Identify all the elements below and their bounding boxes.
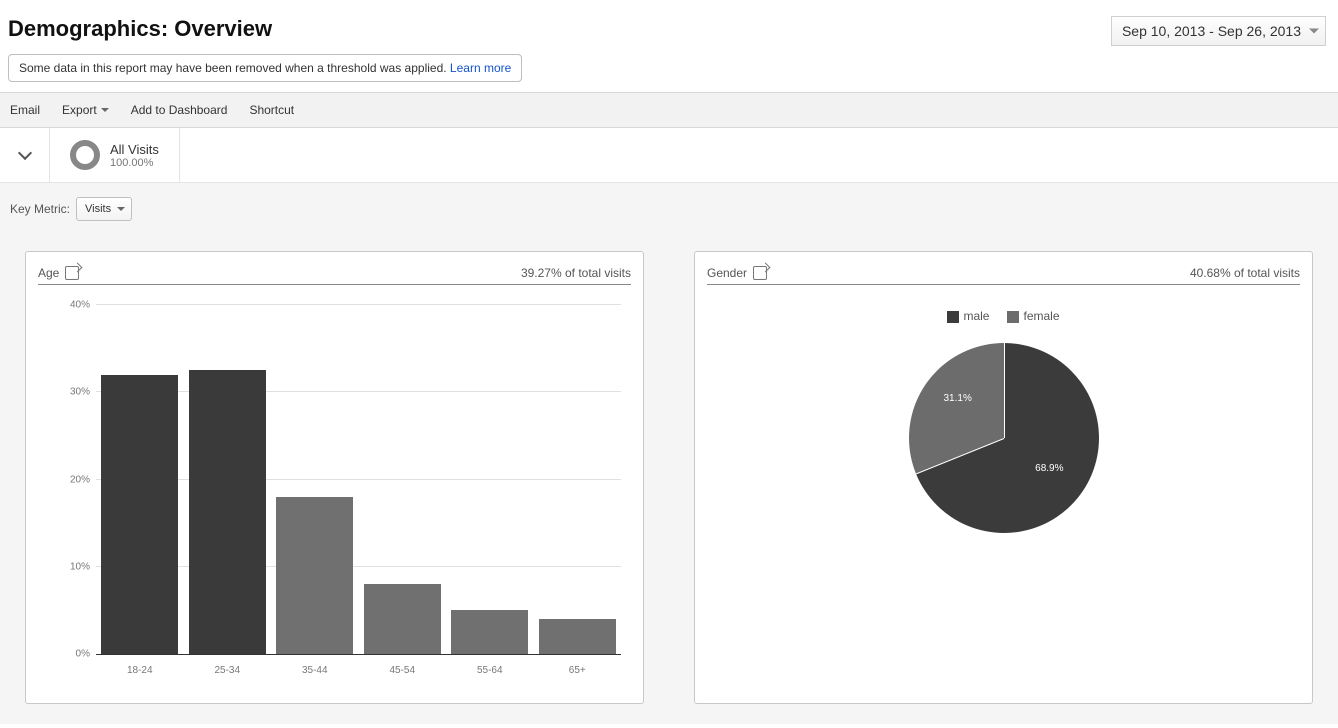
learn-more-link[interactable]: Learn more — [450, 61, 511, 75]
legend-male: male — [947, 309, 989, 323]
chevron-down-icon — [17, 146, 31, 160]
export-label: Export — [62, 103, 97, 117]
x-axis-tick: 65+ — [534, 665, 622, 676]
export-button[interactable]: Export — [62, 103, 109, 117]
date-range-picker[interactable]: Sep 10, 2013 - Sep 26, 2013 — [1111, 16, 1326, 46]
gender-legend: male female — [947, 309, 1059, 323]
y-axis-tick: 10% — [56, 561, 90, 572]
report-toolbar: Email Export Add to Dashboard Shortcut — [0, 92, 1338, 128]
open-report-icon[interactable] — [65, 266, 79, 280]
add-to-dashboard-button[interactable]: Add to Dashboard — [131, 103, 228, 117]
segment-all-visits[interactable]: All Visits 100.00% — [50, 128, 180, 182]
notice-text: Some data in this report may have been r… — [19, 61, 450, 75]
age-panel: Age 39.27% of total visits 0% 10% 20% 30% 40… — [25, 251, 644, 704]
date-range-label: Sep 10, 2013 - Sep 26, 2013 — [1122, 23, 1301, 39]
chevron-down-icon — [117, 207, 125, 211]
segment-percent: 100.00% — [110, 157, 159, 169]
open-report-icon[interactable] — [753, 266, 767, 280]
age-panel-title: Age — [38, 266, 59, 280]
key-metric-label: Key Metric: — [10, 202, 70, 216]
x-axis-tick: 45-54 — [359, 665, 447, 676]
age-bar[interactable] — [539, 619, 616, 654]
segment-donut-icon — [70, 140, 100, 170]
segment-expand-toggle[interactable] — [0, 128, 50, 182]
segment-row: All Visits 100.00% — [0, 128, 1338, 183]
x-axis-tick: 35-44 — [271, 665, 359, 676]
key-metric-value: Visits — [85, 203, 111, 215]
threshold-notice: Some data in this report may have been r… — [8, 54, 522, 82]
y-axis-tick: 40% — [56, 300, 90, 311]
email-button[interactable]: Email — [10, 103, 40, 117]
y-axis-tick: 20% — [56, 474, 90, 485]
y-axis-tick: 0% — [56, 649, 90, 660]
age-bar[interactable] — [101, 375, 178, 654]
legend-female: female — [1007, 309, 1059, 323]
gender-panel-subtitle: 40.68% of total visits — [1190, 266, 1300, 280]
chevron-down-icon — [1309, 29, 1319, 34]
segment-name: All Visits — [110, 142, 159, 157]
x-axis-tick: 25-34 — [184, 665, 272, 676]
gender-pie-chart: 31.1% 68.9% — [909, 343, 1099, 533]
female-slice-label: 31.1% — [944, 393, 972, 404]
age-bar[interactable] — [276, 497, 353, 654]
chevron-down-icon — [101, 108, 109, 112]
shortcut-button[interactable]: Shortcut — [249, 103, 294, 117]
x-axis-tick: 18-24 — [96, 665, 184, 676]
age-bar[interactable] — [364, 584, 441, 654]
age-bar[interactable] — [189, 370, 266, 654]
x-axis-tick: 55-64 — [446, 665, 534, 676]
male-slice-label: 68.9% — [1035, 463, 1063, 474]
age-panel-subtitle: 39.27% of total visits — [521, 266, 631, 280]
gender-panel: Gender 40.68% of total visits male femal… — [694, 251, 1313, 704]
y-axis-tick: 30% — [56, 387, 90, 398]
age-bar-chart: 0%10%20%30%40%18-2425-3435-4445-5455-646… — [38, 305, 631, 685]
page-title: Demographics: Overview — [8, 16, 272, 42]
age-bar[interactable] — [451, 610, 528, 654]
key-metric-select[interactable]: Visits — [76, 197, 132, 221]
gender-panel-title: Gender — [707, 266, 747, 280]
